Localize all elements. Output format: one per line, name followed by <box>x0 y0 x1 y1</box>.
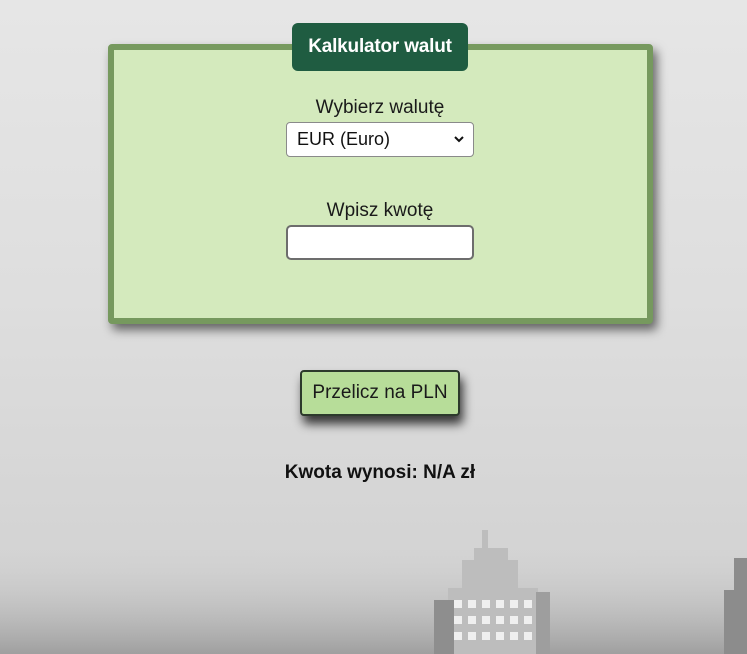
result-unit: zł <box>460 462 476 483</box>
currency-select-value: EUR (Euro) <box>297 129 391 149</box>
result-value: N/A <box>423 462 456 483</box>
amount-label: Wpisz kwotę <box>326 200 434 221</box>
result-prefix: Kwota wynosi: <box>284 462 418 483</box>
city-skyline-background <box>0 530 747 654</box>
currency-label: Wybierz walutę <box>315 97 445 118</box>
calculator-panel <box>108 44 653 324</box>
amount-input[interactable] <box>286 225 474 260</box>
result-text: Kwota wynosi: N/A zł <box>0 462 747 484</box>
currency-select[interactable]: EUR (Euro) <box>286 122 474 157</box>
calculator-title: Kalkulator walut <box>292 23 468 71</box>
convert-to-pln-button[interactable]: Przelicz na PLN <box>300 370 460 416</box>
chevron-down-icon <box>454 136 464 143</box>
